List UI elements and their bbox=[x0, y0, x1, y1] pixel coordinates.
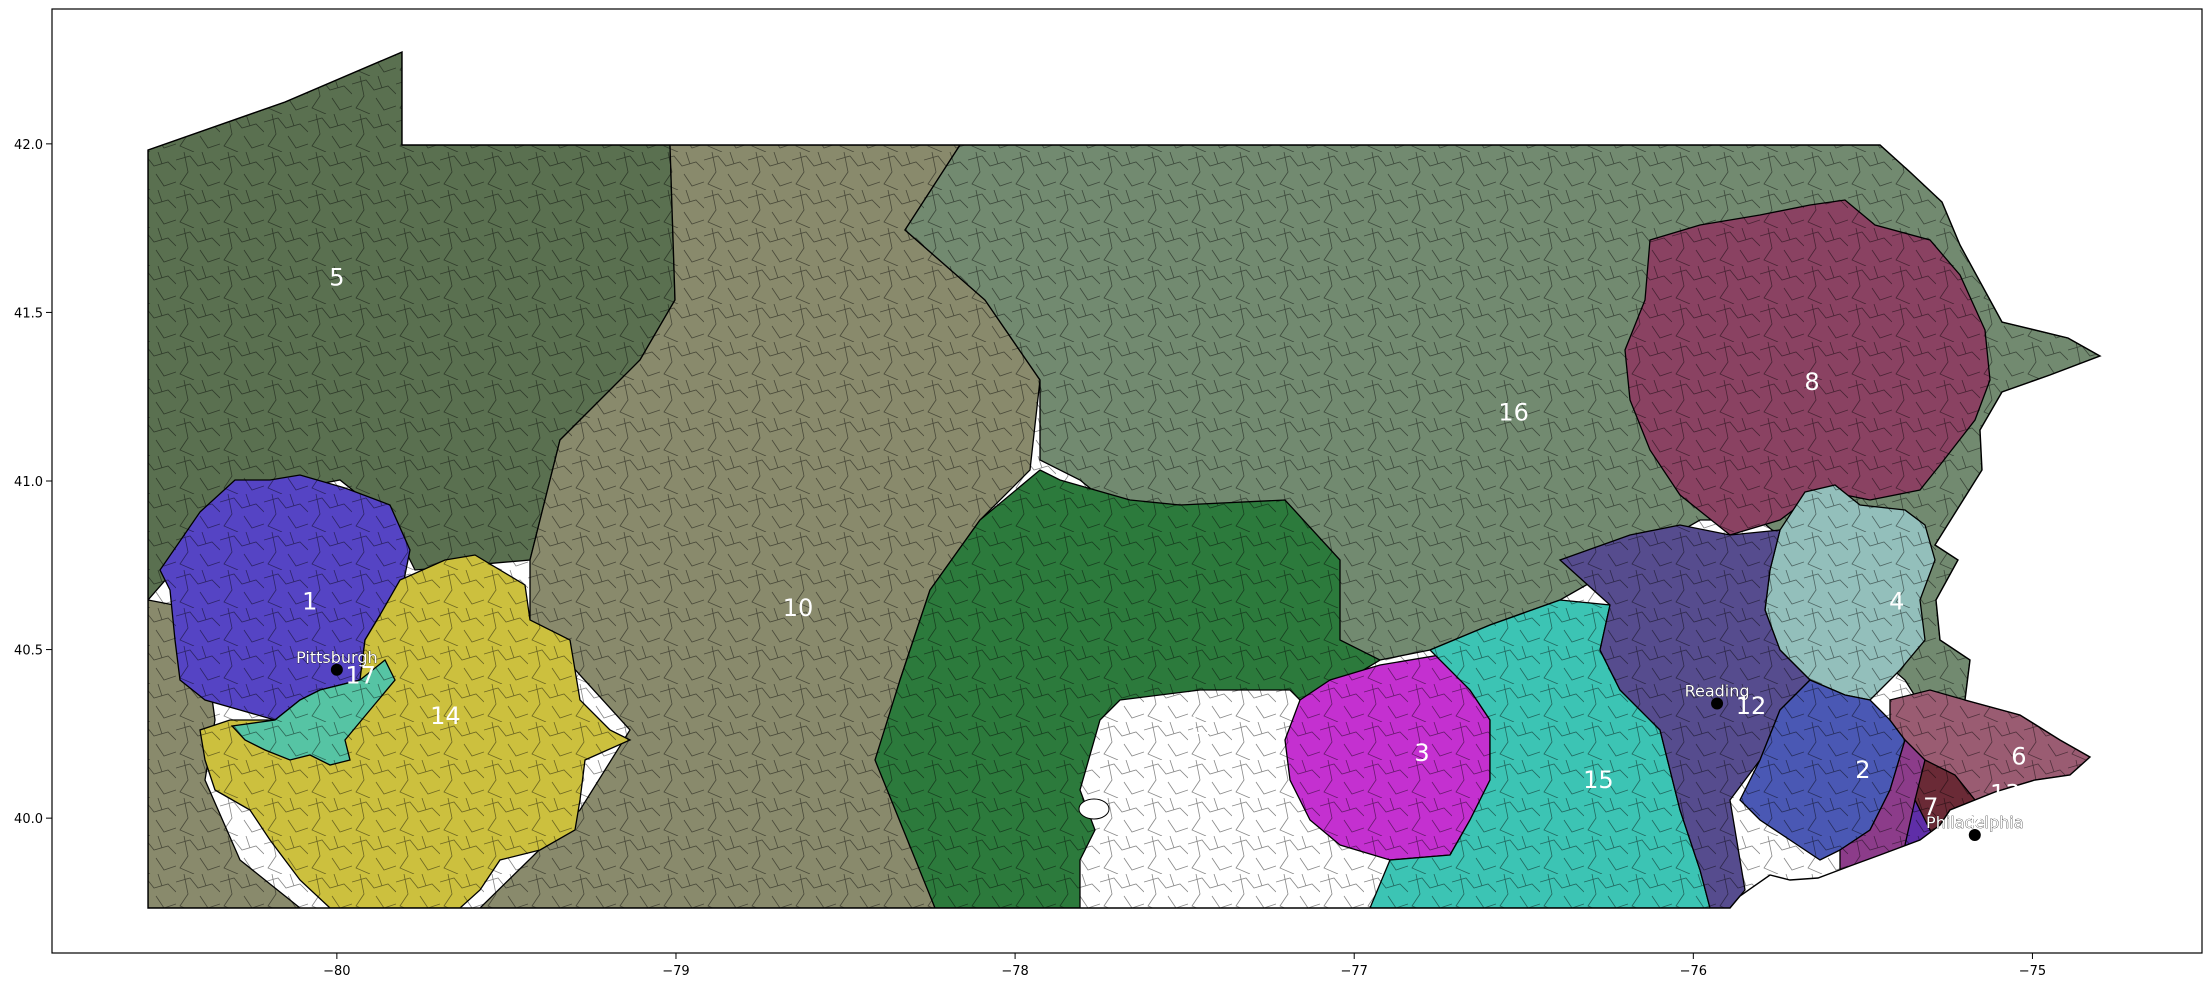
y-tick-label: 41.0 bbox=[14, 475, 43, 490]
district-label-4: 4 bbox=[1889, 587, 1904, 615]
district-label-6: 6 bbox=[2011, 742, 2026, 770]
x-tick-label: −78 bbox=[1001, 964, 1028, 979]
x-tick-label: −77 bbox=[1340, 964, 1367, 979]
district-label-17: 17 bbox=[345, 662, 376, 690]
x-tick-label: −80 bbox=[323, 964, 350, 979]
y-tick-label: 40.5 bbox=[14, 644, 43, 659]
district-map: −80 −79 −78 −77 −76 −75 40.040.541.041.542.0 … bbox=[14, 8, 2203, 979]
district-label-1: 1 bbox=[302, 587, 317, 615]
y-tick-label: 41.5 bbox=[14, 306, 43, 321]
district-label-7: 7 bbox=[1923, 793, 1938, 821]
district-label-11: 11 bbox=[1186, 712, 1217, 740]
district-label-16: 16 bbox=[1498, 399, 1529, 427]
precinct-boundaries bbox=[148, 52, 2100, 908]
district-label-3: 3 bbox=[1414, 739, 1429, 767]
district-label-15: 15 bbox=[1583, 766, 1614, 794]
y-axis: 40.0 40.5 41.0 41.5 42.0 bbox=[14, 138, 52, 827]
x-tick-label: −79 bbox=[662, 964, 689, 979]
district-label-14: 14 bbox=[430, 702, 461, 730]
district-label-2: 2 bbox=[1855, 756, 1870, 784]
x-tick-label: −76 bbox=[1680, 964, 1707, 979]
x-tick-label: −75 bbox=[2019, 964, 2046, 979]
district-label-13: 13 bbox=[1990, 780, 2021, 808]
district-label-5: 5 bbox=[329, 264, 344, 292]
unassigned-area bbox=[1078, 798, 1110, 820]
district-label-9: 9 bbox=[1967, 803, 1982, 831]
district-label-8: 8 bbox=[1804, 368, 1819, 396]
district-label-12: 12 bbox=[1736, 692, 1767, 720]
x-axis: −80 −79 −78 −77 −76 −75 bbox=[323, 953, 2046, 979]
district-label-10: 10 bbox=[783, 594, 814, 622]
y-tick-label: 42.0 bbox=[14, 138, 43, 153]
y-tick-label: 40.0 bbox=[14, 812, 43, 827]
